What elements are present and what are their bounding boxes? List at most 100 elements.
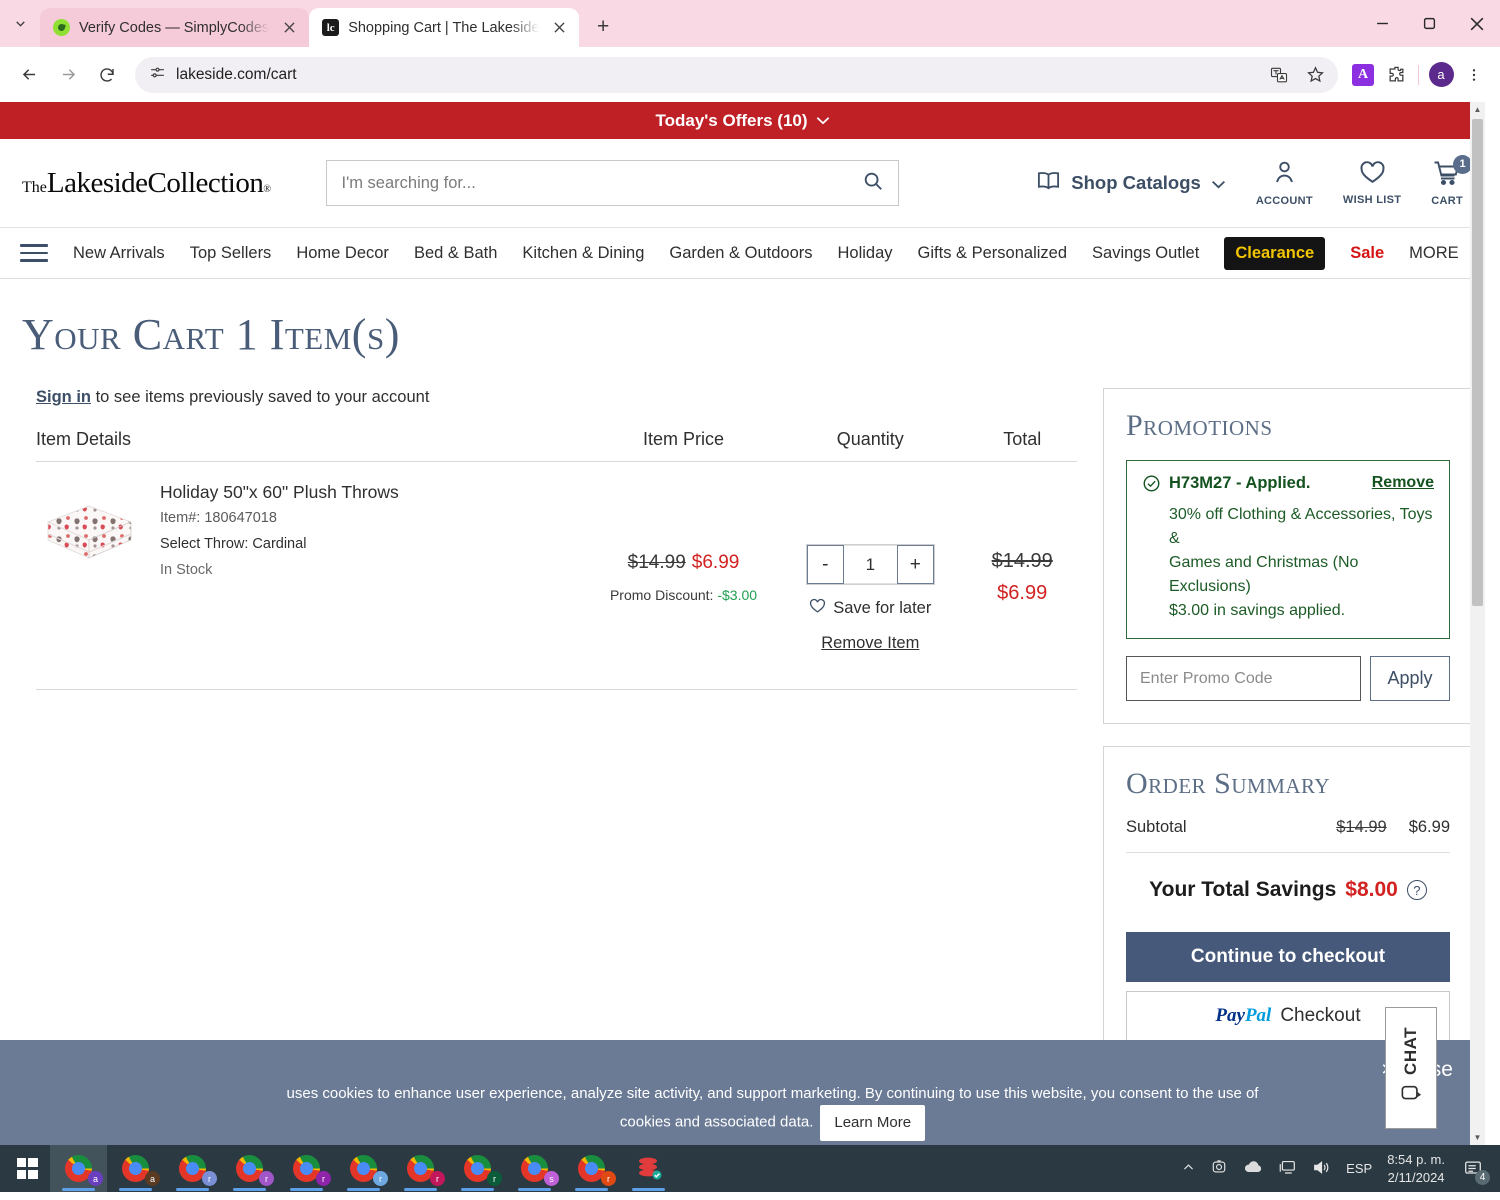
product-thumbnail[interactable] (36, 496, 141, 571)
browser-tab-simplycodes[interactable]: Verify Codes — SimplyCodes (40, 8, 310, 47)
forward-icon[interactable] (50, 57, 86, 93)
remove-promo-link[interactable]: Remove (1372, 474, 1434, 492)
check-circle-icon (1142, 474, 1161, 498)
active-indicator (632, 1188, 665, 1191)
extension-a-icon[interactable]: A (1348, 60, 1378, 90)
quantity-stepper[interactable]: - 1 + (805, 544, 935, 585)
chat-widget-tab[interactable]: CHAT (1385, 1007, 1437, 1129)
search-icon[interactable] (862, 170, 884, 197)
quantity-increment-button[interactable]: + (896, 545, 934, 584)
taskbar-app-chrome-10[interactable]: r (563, 1145, 620, 1192)
profile-badge: s (544, 1171, 559, 1186)
quantity-value[interactable]: 1 (843, 545, 897, 584)
back-icon[interactable] (11, 57, 47, 93)
nav-item-top-sellers[interactable]: Top Sellers (190, 244, 272, 263)
notifications-button[interactable]: 4 (1460, 1156, 1490, 1185)
maximize-button[interactable] (1406, 0, 1453, 47)
search-input[interactable] (341, 173, 863, 193)
paypal-logo: PayPal (1215, 1005, 1271, 1027)
taskbar-app-chrome-8[interactable]: r (449, 1145, 506, 1192)
taskbar-app-chrome-5[interactable]: r (278, 1145, 335, 1192)
tab-search-dropdown-icon[interactable] (0, 0, 40, 47)
clock[interactable]: 8:54 p. m. 2/11/2024 (1387, 1151, 1445, 1186)
order-summary-title: Order Summary (1126, 767, 1331, 800)
taskbar-app-chrome-9[interactable]: s (506, 1145, 563, 1192)
taskbar-app-chrome-4[interactable]: r (221, 1145, 278, 1192)
camera-icon[interactable] (1210, 1158, 1228, 1179)
reload-icon[interactable] (89, 57, 125, 93)
nav-item-sale[interactable]: Sale (1350, 244, 1384, 263)
hamburger-menu-icon[interactable] (20, 244, 48, 262)
nav-item-holiday[interactable]: Holiday (838, 244, 893, 263)
quantity-decrement-button[interactable]: - (806, 545, 844, 584)
applied-promo-code: H73M27 - Applied. (1169, 474, 1311, 492)
tray-expand-icon[interactable] (1182, 1161, 1195, 1177)
profile-avatar[interactable]: a (1426, 60, 1456, 90)
column-header-item-details: Item Details (36, 429, 132, 449)
continue-to-checkout-button[interactable]: Continue to checkout (1126, 932, 1450, 982)
nav-item-savings-outlet[interactable]: Savings Outlet (1092, 244, 1199, 263)
nav-item-gifts-personalized[interactable]: Gifts & Personalized (918, 244, 1067, 263)
help-icon[interactable]: ? (1406, 880, 1427, 900)
close-icon[interactable] (278, 17, 300, 39)
apply-promo-button[interactable]: Apply (1370, 656, 1450, 701)
nav-item-clearance[interactable]: Clearance (1224, 236, 1326, 270)
scroll-down-arrow-icon[interactable]: ▼ (1470, 1130, 1485, 1145)
heart-icon (809, 598, 826, 619)
extensions-puzzle-icon[interactable] (1381, 60, 1411, 90)
translate-icon[interactable] (1264, 60, 1294, 90)
shop-catalogs-label: Shop Catalogs (1071, 172, 1201, 193)
taskbar-app-chrome-2[interactable]: a (107, 1145, 164, 1192)
profile-badge: a (88, 1171, 103, 1186)
product-option: Select Throw: Cardinal (160, 536, 307, 552)
close-window-button[interactable] (1453, 0, 1500, 47)
taskbar-app-chrome-7[interactable]: r (392, 1145, 449, 1192)
scrollbar-thumb[interactable] (1472, 119, 1483, 606)
learn-more-button[interactable]: Learn More (820, 1105, 926, 1141)
browser-tab-lakeside-cart[interactable]: lc Shopping Cart | The Lakeside Co (309, 8, 580, 47)
taskbar-app-chrome-3[interactable]: r (164, 1145, 221, 1192)
book-icon (1036, 170, 1061, 197)
account-button[interactable]: ACCOUNT (1256, 160, 1313, 207)
address-bar[interactable]: lakeside.com/cart (135, 56, 1338, 93)
product-name[interactable]: Holiday 50"x 60" Plush Throws (160, 482, 399, 503)
nav-item-garden-outdoors[interactable]: Garden & Outdoors (669, 244, 812, 263)
taskbar-app-vpn[interactable] (620, 1145, 677, 1192)
cloud-icon[interactable] (1243, 1159, 1263, 1178)
search-bar[interactable] (326, 160, 900, 206)
nav-item-bed-bath[interactable]: Bed & Bath (414, 244, 497, 263)
page-scrollbar[interactable]: ▲ ▼ (1470, 102, 1485, 1145)
save-for-later-button[interactable]: Save for later (809, 598, 931, 619)
minimize-button[interactable] (1359, 0, 1406, 47)
volume-icon[interactable] (1312, 1159, 1331, 1179)
nav-item-new-arrivals[interactable]: New Arrivals (73, 244, 165, 263)
taskbar-app-chrome-6[interactable]: r (335, 1145, 392, 1192)
cart-table-header: Item Details Item Price Quantity Total (36, 429, 1077, 462)
browser-menu-icon[interactable] (1459, 60, 1489, 90)
shop-catalogs-button[interactable]: Shop Catalogs (1036, 170, 1226, 197)
close-icon[interactable] (548, 17, 570, 39)
promo-code-input[interactable] (1126, 656, 1361, 701)
taskbar-app-chrome-1[interactable]: a (50, 1145, 107, 1192)
cart-button[interactable]: 1 CART (1431, 154, 1472, 207)
language-indicator[interactable]: ESP (1346, 1161, 1372, 1176)
profile-badge: r (487, 1171, 502, 1186)
site-logo[interactable]: The Lakeside Collection ® (22, 167, 271, 200)
scroll-up-arrow-icon[interactable]: ▲ (1470, 102, 1485, 117)
wishlist-button[interactable]: WISH LIST (1343, 160, 1401, 206)
toolbar-divider (1418, 64, 1419, 85)
nav-item-more[interactable]: MORE (1409, 244, 1459, 263)
bookmark-star-icon[interactable] (1300, 60, 1330, 90)
start-button[interactable] (4, 1145, 50, 1192)
display-icon[interactable] (1278, 1159, 1297, 1179)
todays-offers-bar[interactable]: Today's Offers (10) (0, 102, 1485, 139)
table-row: Holiday 50"x 60" Plush Throws Item#: 180… (36, 462, 1077, 690)
nav-item-home-decor[interactable]: Home Decor (296, 244, 389, 263)
signin-link[interactable]: Sign in (36, 388, 91, 406)
promo-discount-amount: -$3.00 (717, 587, 758, 603)
site-settings-icon[interactable] (149, 64, 166, 86)
chat-bubble-icon (1400, 1084, 1422, 1109)
new-tab-button[interactable]: + (586, 10, 620, 44)
remove-item-link[interactable]: Remove Item (821, 634, 919, 653)
nav-item-kitchen-dining[interactable]: Kitchen & Dining (522, 244, 644, 263)
